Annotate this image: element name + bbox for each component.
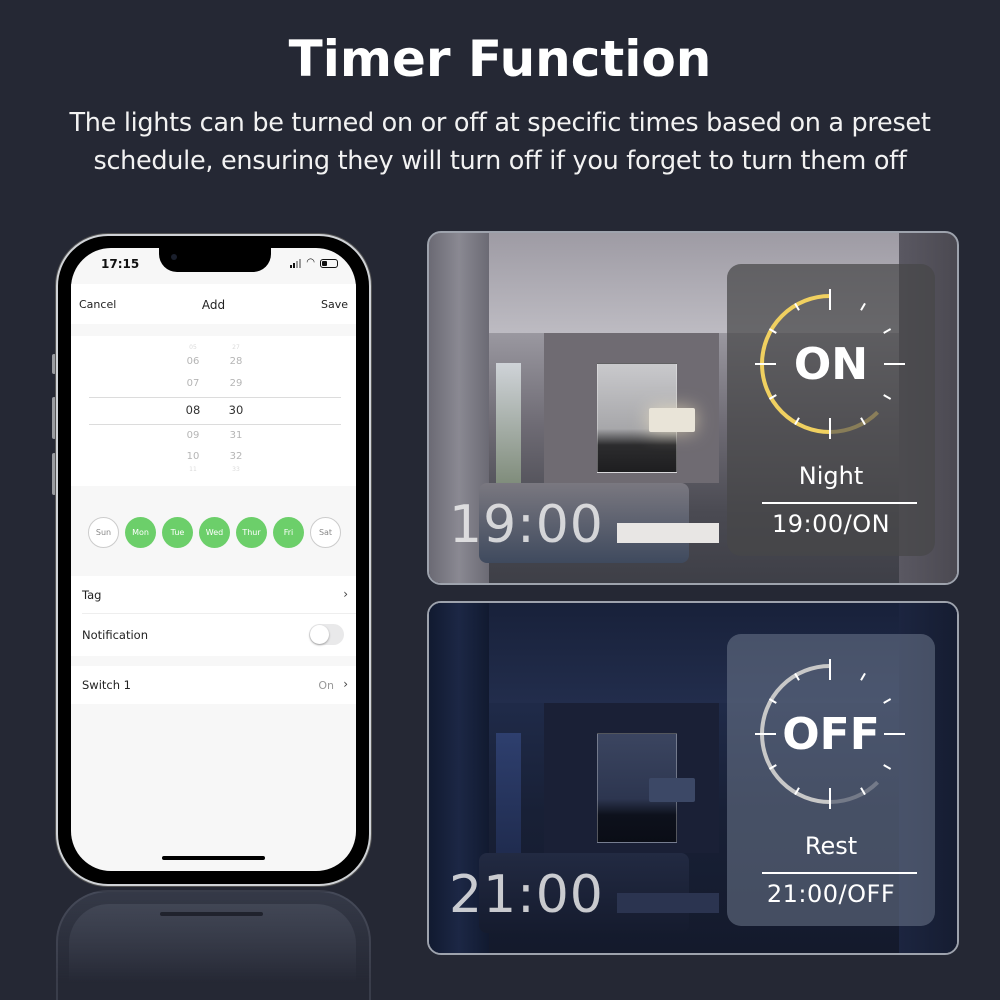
state-label: OFF xyxy=(782,709,880,760)
time-picker[interactable]: 05 06 07 08 09 10 11 27 28 29 30 31 32 3… xyxy=(71,336,356,486)
minute-option[interactable]: 27 xyxy=(221,344,251,351)
repeat-days: Sun Mon Tue Wed Thur Fri Sat xyxy=(71,486,356,576)
picker-selection-top xyxy=(89,397,341,398)
switch-value: On xyxy=(318,679,334,692)
minute-option[interactable]: 31 xyxy=(221,430,251,441)
minute-option[interactable]: 33 xyxy=(221,466,251,473)
hour-option[interactable]: 09 xyxy=(178,430,208,441)
chevron-right-icon: › xyxy=(343,677,348,691)
page-subtitle: The lights can be turned on or off at sp… xyxy=(0,104,1000,180)
clock-time: 19:00 xyxy=(449,495,604,555)
home-indicator xyxy=(162,856,265,860)
dial-tick xyxy=(860,672,866,681)
hour-option[interactable]: 11 xyxy=(178,466,208,473)
dial-tick xyxy=(883,764,892,770)
switch-label: Switch 1 xyxy=(82,678,131,692)
minute-option[interactable]: 32 xyxy=(221,451,251,462)
floor-lamp xyxy=(649,778,695,802)
signal-icon xyxy=(290,258,302,268)
hour-option[interactable]: 10 xyxy=(178,451,208,462)
notification-toggle[interactable] xyxy=(309,624,344,645)
phone-mockup: 17:15 ◠ Cancel Add Save 05 06 07 08 09 1… xyxy=(56,234,371,886)
notification-label: Notification xyxy=(82,628,148,642)
day-sun[interactable]: Sun xyxy=(88,517,119,548)
dial-tick xyxy=(860,302,866,311)
status-card: OFF Rest 21:00/OFF xyxy=(727,634,935,926)
tag-row[interactable]: Tag › xyxy=(71,576,356,614)
status-icons: ◠ xyxy=(290,258,338,268)
schedule-label: 21:00/OFF xyxy=(766,880,896,908)
day-thur[interactable]: Thur xyxy=(236,517,267,548)
dial-tick xyxy=(883,394,892,400)
clock-time: 21:00 xyxy=(449,865,604,925)
subtitle-line-2: schedule, ensuring they will turn off if… xyxy=(93,146,907,176)
day-sat[interactable]: Sat xyxy=(310,517,341,548)
reflection-home-indicator xyxy=(160,912,263,916)
divider xyxy=(762,872,917,874)
dial-arc-tail xyxy=(829,410,880,434)
tag-label: Tag xyxy=(82,588,102,602)
dial-arc-tail xyxy=(829,780,880,804)
minute-selected[interactable]: 30 xyxy=(221,403,251,417)
day-mon[interactable]: Mon xyxy=(125,517,156,548)
phone-reflection xyxy=(56,890,371,1000)
coffee-table xyxy=(617,893,719,913)
nav-bar: Cancel Add Save xyxy=(71,284,356,324)
dial-tick xyxy=(883,328,892,334)
subtitle-line-1: The lights can be turned on or off at sp… xyxy=(69,108,931,138)
phone-screen: 17:15 ◠ Cancel Add Save 05 06 07 08 09 1… xyxy=(71,248,356,871)
hour-selected[interactable]: 08 xyxy=(178,403,208,417)
window xyxy=(496,363,521,488)
hour-option[interactable]: 06 xyxy=(178,356,208,367)
page-title: Timer Function xyxy=(288,30,712,88)
divider xyxy=(762,502,917,504)
day-tue[interactable]: Tue xyxy=(162,517,193,548)
minute-option[interactable]: 29 xyxy=(221,378,251,389)
day-fri[interactable]: Fri xyxy=(273,517,304,548)
reflection-screen xyxy=(69,904,356,1000)
nav-title: Add xyxy=(201,298,226,312)
toggle-knob xyxy=(310,625,329,644)
picker-selection-bottom xyxy=(89,424,341,425)
phone-notch xyxy=(159,248,271,272)
panel-on: 19:00 ON Night 19:00/ON xyxy=(427,231,959,585)
wifi-icon: ◠ xyxy=(306,257,315,268)
day-wed[interactable]: Wed xyxy=(199,517,230,548)
floor-lamp xyxy=(649,408,695,432)
minute-option[interactable]: 28 xyxy=(221,356,251,367)
coffee-table xyxy=(617,523,719,543)
notification-row: Notification xyxy=(71,614,356,656)
battery-icon xyxy=(320,258,338,268)
schedule-label: 19:00/ON xyxy=(771,510,891,538)
hour-option[interactable]: 05 xyxy=(178,344,208,351)
switch-row[interactable]: Switch 1 On › xyxy=(71,666,356,704)
mode-label: Night xyxy=(798,462,864,490)
status-card: ON Night 19:00/ON xyxy=(727,264,935,556)
dial-tick xyxy=(883,698,892,704)
mode-label: Rest xyxy=(804,832,858,860)
status-time: 17:15 xyxy=(101,257,140,271)
save-button[interactable]: Save xyxy=(321,298,348,311)
window xyxy=(496,733,521,858)
chevron-right-icon: › xyxy=(343,587,348,601)
hour-option[interactable]: 07 xyxy=(178,378,208,389)
camera-icon xyxy=(171,254,177,260)
panel-off: 21:00 OFF Rest 21:00/OFF xyxy=(427,601,959,955)
state-label: ON xyxy=(793,339,869,390)
